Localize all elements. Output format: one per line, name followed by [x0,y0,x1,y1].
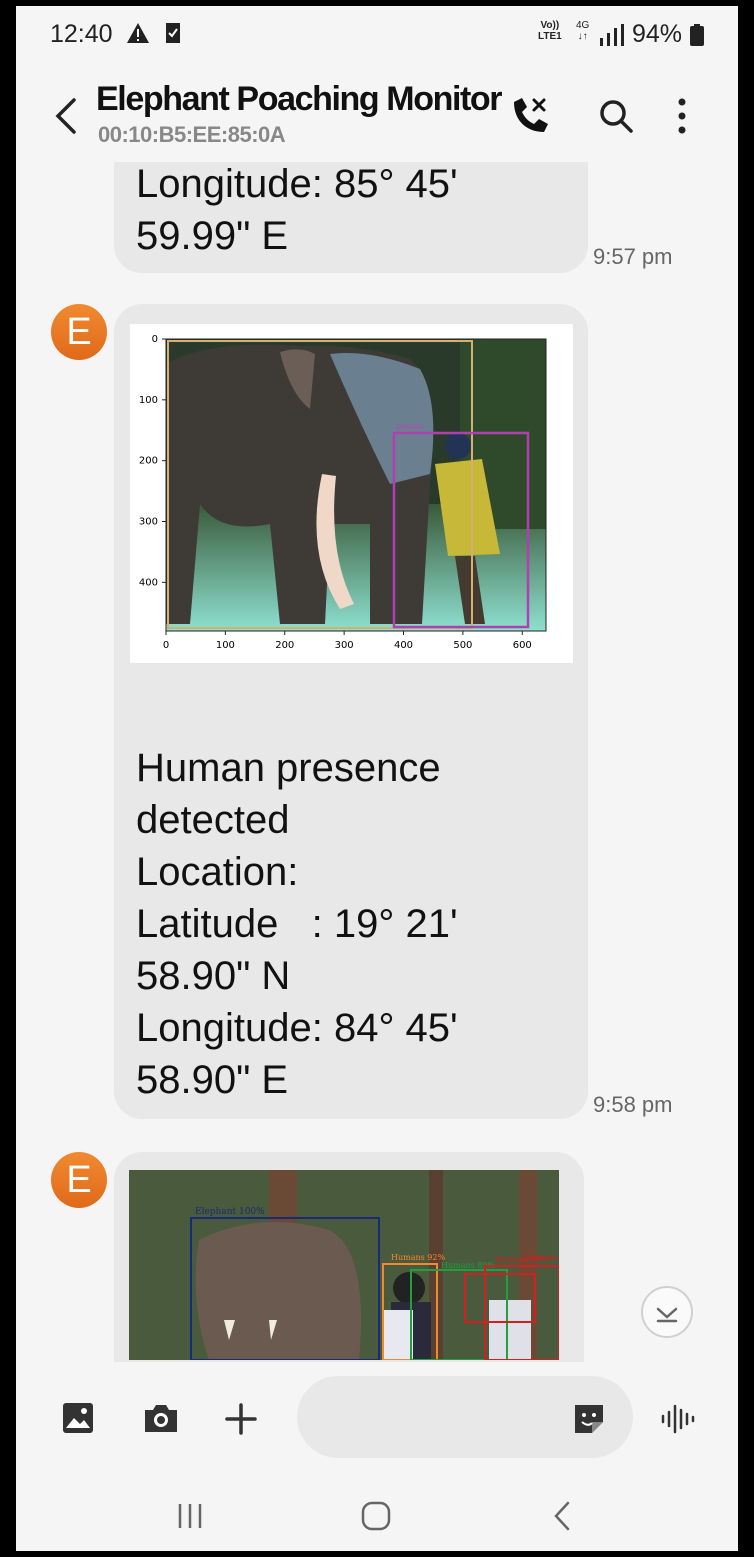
detection-photo[interactable]: Elephant 100% Humans 92% Humans 89% Huma… [129,1170,559,1360]
human-box-label: Humans 68% [525,1253,559,1262]
conversation-title: Elephant Poaching Monitor [96,80,503,118]
battery-percent: 94% [632,20,683,48]
battery-icon [690,24,704,46]
y-tick-label: 300 [139,517,158,528]
sticker-icon[interactable] [572,1402,606,1436]
x-tick-label: 600 [513,640,532,651]
person-head-shape [445,433,471,459]
elephant-shape [195,1222,361,1360]
message-composer [16,1362,738,1472]
back-nav-icon[interactable] [550,1500,574,1532]
volte-indicator: Vo)) LTE1 [538,20,562,42]
plus-icon[interactable] [224,1402,258,1436]
message-time: 9:57 pm [593,244,673,269]
x-axis-ticks: 0 100 200 300 400 500 600 [163,631,532,651]
avatar[interactable]: E [51,304,107,360]
warning-icon [127,23,149,43]
phone-call-icon[interactable] [508,94,552,138]
elephant-box-label: Elephant 100% [195,1207,265,1217]
data-arrows-icon: ↓↑ [577,31,588,42]
home-icon[interactable] [360,1500,392,1532]
chevron-left-icon[interactable] [52,96,82,136]
image-icon[interactable] [62,1402,94,1434]
x-tick-label: 400 [394,640,413,651]
phone-screen: 12:40 Vo)) LTE1 4G ↓↑ 94% Elephant Poach… [16,6,738,1551]
y-tick-label: 100 [139,395,158,406]
sd-card-icon [166,23,180,43]
system-navigation-bar [16,1472,738,1551]
message-text: Longitude: 85° 45' 59.99" E [136,162,458,258]
x-tick-label: 200 [275,640,294,651]
y-axis-ticks: 0 100 200 300 400 [139,334,166,588]
x-tick-label: 500 [453,640,472,651]
x-tick-label: 100 [216,640,235,651]
person-body-shape [489,1300,531,1360]
y-tick-label: 200 [139,456,158,467]
person-box-label: person [396,422,423,431]
human-box-label: Humans 92% [391,1253,445,1262]
volte-bottom: LTE1 [538,31,562,42]
recent-apps-icon[interactable] [176,1502,204,1530]
camera-icon[interactable] [143,1402,179,1434]
message-list[interactable]: Longitude: 85° 45' 59.99" E 9:57 pm E pe… [16,162,738,1362]
person-body-shape [383,1310,413,1360]
more-vertical-icon[interactable] [672,94,692,138]
chevron-down-icon [656,1307,678,1323]
detection-chart: person 0 100 200 300 400 500 600 0 100 200 300 400 [139,334,547,651]
voice-wave-icon[interactable] [660,1404,696,1434]
x-tick-label: 0 [163,640,169,651]
volte-top: Vo)) [540,20,560,31]
signal-icon [600,24,624,46]
x-tick-label: 300 [335,640,354,651]
detection-photo-svg: Elephant 100% Humans 92% Humans 89% Huma… [129,1170,559,1360]
y-tick-label: 0 [152,334,158,345]
conversation-address: 00:10:B5:EE:85:0A [98,122,286,147]
y-tick-label: 400 [139,577,158,588]
scroll-down-button[interactable] [641,1286,693,1338]
status-bar: 12:40 Vo)) LTE1 4G ↓↑ 94% [16,6,738,64]
network-type-label: 4G [576,20,590,31]
status-time: 12:40 [50,20,113,48]
conversation-header: Elephant Poaching Monitor 00:10:B5:EE:85… [16,64,738,170]
search-icon[interactable] [596,96,636,136]
message-text: Human presence detected Location: Latitu… [136,746,458,1102]
detection-chart-image[interactable]: person 0 100 200 300 400 500 600 0 100 200 300 400 [130,324,573,663]
avatar[interactable]: E [51,1152,107,1208]
network-type: 4G ↓↑ [576,20,589,42]
person-head-shape [393,1272,425,1304]
message-time: 9:58 pm [593,1092,673,1117]
